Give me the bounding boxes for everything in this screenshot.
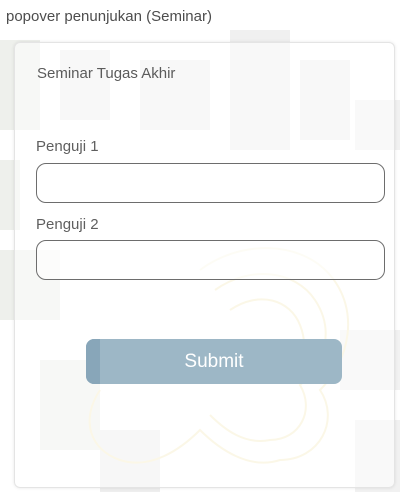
penguji-2-label: Penguji 2 xyxy=(36,216,99,233)
submit-button-edge xyxy=(86,339,100,384)
penguji-2-input[interactable] xyxy=(36,240,385,280)
submit-button[interactable]: Submit xyxy=(86,339,342,384)
submit-button-label: Submit xyxy=(184,350,244,372)
penguji-1-input[interactable] xyxy=(36,163,385,203)
form-title: Seminar Tugas Akhir xyxy=(37,65,176,82)
popover-caption: popover penunjukan (Seminar) xyxy=(6,8,212,25)
popover-card: Seminar Tugas Akhir Penguji 1 Penguji 2 … xyxy=(14,42,395,488)
penguji-1-label: Penguji 1 xyxy=(36,138,99,155)
